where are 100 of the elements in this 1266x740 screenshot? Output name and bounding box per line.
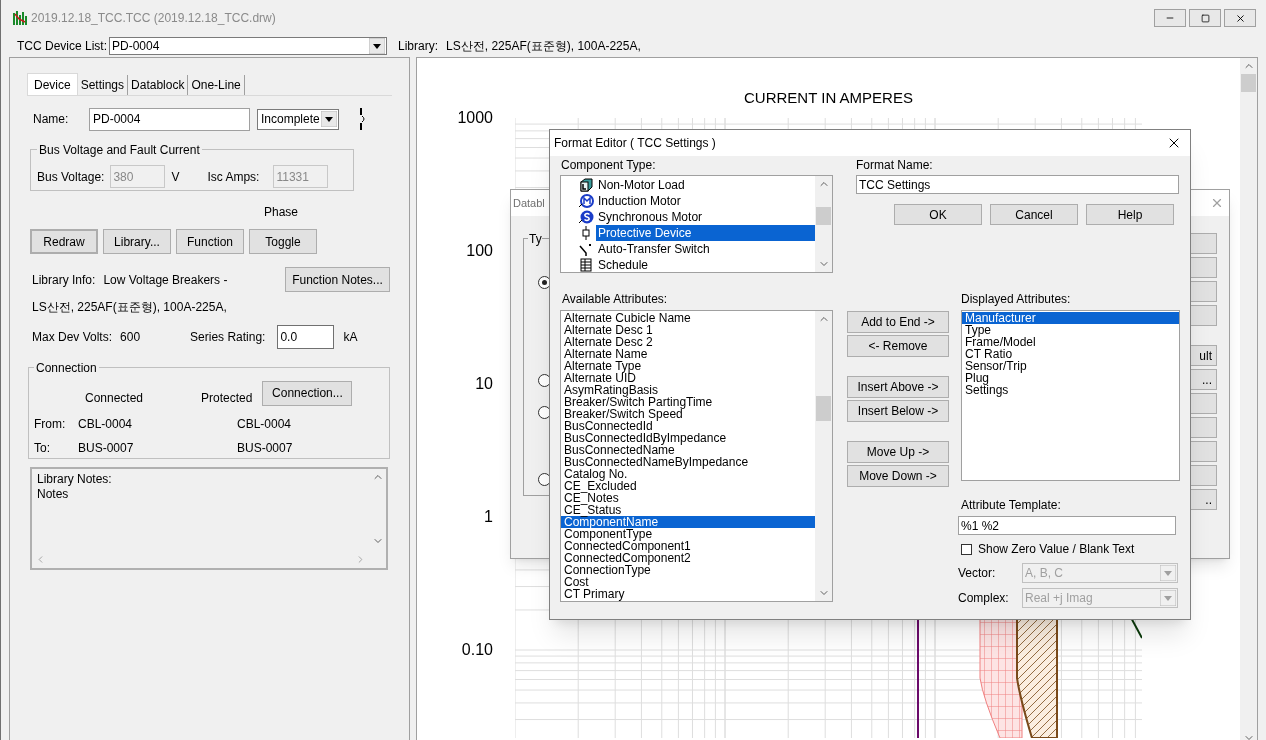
list-item[interactable]: Schedule	[596, 257, 815, 273]
connection-button[interactable]: Connection...	[262, 380, 353, 406]
format-name-field[interactable]: TCC Settings	[856, 175, 1179, 194]
plot-title: CURRENT IN AMPERES	[744, 88, 913, 108]
list-item[interactable]: ConnectionType	[561, 564, 815, 576]
list-item[interactable]: CE_Excluded	[561, 480, 815, 492]
list-item[interactable]: Alternate Cubicle Name	[561, 312, 815, 324]
list-item[interactable]: ConnectedComponent2	[561, 552, 815, 564]
list-item[interactable]: Induction Motor	[596, 193, 815, 209]
close-button[interactable]	[1224, 9, 1256, 27]
max-dev-volts-value: 600	[120, 329, 141, 346]
list-item[interactable]: Cost	[561, 576, 815, 588]
list-item[interactable]: BusConnectedId	[561, 420, 815, 432]
dialog-button[interactable]: Help	[1086, 204, 1174, 225]
tab[interactable]: Settings	[77, 75, 129, 95]
list-item[interactable]: CT Ratio	[962, 348, 1179, 360]
dialog-button[interactable]: Cancel	[990, 204, 1078, 225]
list-item[interactable]: Breaker/Switch PartingTime	[561, 396, 815, 408]
attribute-template-field[interactable]: %1 %2	[958, 516, 1176, 535]
list-item[interactable]: Sensor/Trip	[962, 360, 1179, 372]
list-item[interactable]: AsymRatingBasis	[561, 384, 815, 396]
toolbar-button[interactable]: Redraw	[30, 229, 98, 254]
vertical-scrollbar[interactable]	[1240, 58, 1257, 740]
action-button[interactable]: Move Down ->	[847, 465, 949, 487]
library-value: LS산전, 225AF(표준형), 100A-225A,	[446, 38, 641, 55]
scroll-thumb[interactable]	[816, 396, 831, 421]
list-item[interactable]: Plug	[962, 372, 1179, 384]
list-item[interactable]: Alternate Desc 2	[561, 336, 815, 348]
list-item[interactable]: BusConnectedName	[561, 444, 815, 456]
list-item[interactable]: BusConnectedIdByImpedance	[561, 432, 815, 444]
protected-value: BUS-0007	[237, 439, 293, 457]
vertical-scrollbar[interactable]	[815, 311, 832, 601]
action-button[interactable]: Insert Below ->	[847, 400, 949, 422]
toolbar-button[interactable]: Function	[176, 229, 244, 254]
series-rating-field[interactable]: 0.0	[277, 325, 335, 349]
axis-label: 1	[484, 508, 493, 527]
max-dev-volts-label: Max Dev Volts:	[32, 329, 113, 346]
group-title: Ty	[529, 232, 542, 246]
toolbar-button[interactable]: Toggle	[249, 229, 317, 254]
list-item[interactable]: CE_Status	[561, 504, 815, 516]
protected-value: CBL-0004	[237, 415, 292, 433]
row-label: From:	[34, 415, 67, 433]
tab[interactable]: Device	[27, 73, 78, 95]
format-name-label: Format Name:	[856, 158, 934, 172]
device-list-dropdown[interactable]: PD-0004	[109, 37, 388, 55]
list-item[interactable]: Alternate UID	[561, 372, 815, 384]
dialog-title: Databl	[513, 195, 545, 211]
axis-label: 0.10	[461, 641, 493, 660]
list-item[interactable]: ConnectedComponent1	[561, 540, 815, 552]
list-item[interactable]: Synchronous Motor	[596, 209, 815, 225]
list-item[interactable]: ComponentName	[561, 516, 815, 528]
switch-icon	[578, 241, 594, 257]
toolbar-button[interactable]: Library...	[103, 229, 171, 254]
series-rating-label: Series Rating:	[190, 329, 266, 346]
scroll-thumb[interactable]	[1241, 74, 1256, 92]
checkbox[interactable]	[961, 543, 972, 555]
component-type-label: Component Type:	[561, 158, 657, 172]
notes-line: Notes	[37, 487, 70, 502]
list-item[interactable]: Settings	[962, 384, 1179, 396]
series-rating-unit: kA	[343, 329, 358, 346]
maximize-button[interactable]	[1189, 9, 1221, 27]
list-item[interactable]: ComponentType	[561, 528, 815, 540]
list-item[interactable]: BusConnectedNameByImpedance	[561, 456, 815, 468]
tab[interactable]: Datablock	[128, 75, 189, 95]
app-icon	[13, 10, 27, 26]
tab[interactable]: One-Line	[188, 75, 245, 95]
action-button[interactable]: Insert Above ->	[847, 376, 949, 398]
list-item[interactable]: Frame/Model	[962, 336, 1179, 348]
name-label: Name:	[33, 111, 70, 128]
function-notes-button[interactable]: Function Notes...	[285, 267, 390, 292]
list-item[interactable]: CT Primary	[561, 588, 815, 600]
action-button[interactable]: <- Remove	[847, 335, 949, 357]
action-button[interactable]: Move Up ->	[847, 441, 949, 463]
voltage-unit: V	[171, 168, 180, 186]
list-item[interactable]: CE_Notes	[561, 492, 815, 504]
name-field[interactable]: PD-0004	[89, 107, 250, 131]
dialog-button[interactable]: OK	[894, 204, 982, 225]
attribute-template-label: Attribute Template:	[961, 498, 1062, 512]
minimize-button[interactable]	[1154, 9, 1186, 27]
vertical-scrollbar[interactable]	[815, 176, 832, 272]
checkbox-label: Show Zero Value / Blank Text	[978, 541, 1135, 558]
axis-label: 1000	[457, 109, 493, 128]
list-item[interactable]: Alternate Desc 1	[561, 324, 815, 336]
row-label: To:	[34, 439, 51, 457]
library-info-value: Low Voltage Breakers -	[103, 271, 228, 289]
list-item[interactable]: Type	[962, 324, 1179, 336]
device-list-label: TCC Device List:	[17, 38, 108, 55]
scroll-thumb[interactable]	[816, 207, 831, 225]
motor-icon	[578, 209, 594, 225]
list-item[interactable]: Non-Motor Load	[596, 177, 815, 193]
list-item[interactable]: Manufacturer	[962, 312, 1179, 324]
maximize-icon	[1200, 13, 1210, 23]
list-item[interactable]: Alternate Type	[561, 360, 815, 372]
list-item[interactable]: Auto-Transfer Switch	[596, 241, 815, 257]
action-button[interactable]: Add to End ->	[847, 311, 949, 333]
list-item[interactable]: Protective Device	[596, 225, 815, 241]
list-item[interactable]: Alternate Name	[561, 348, 815, 360]
status-dropdown[interactable]: Incomplete	[257, 108, 339, 130]
list-item[interactable]: Breaker/Switch Speed	[561, 408, 815, 420]
list-item[interactable]: Catalog No.	[561, 468, 815, 480]
